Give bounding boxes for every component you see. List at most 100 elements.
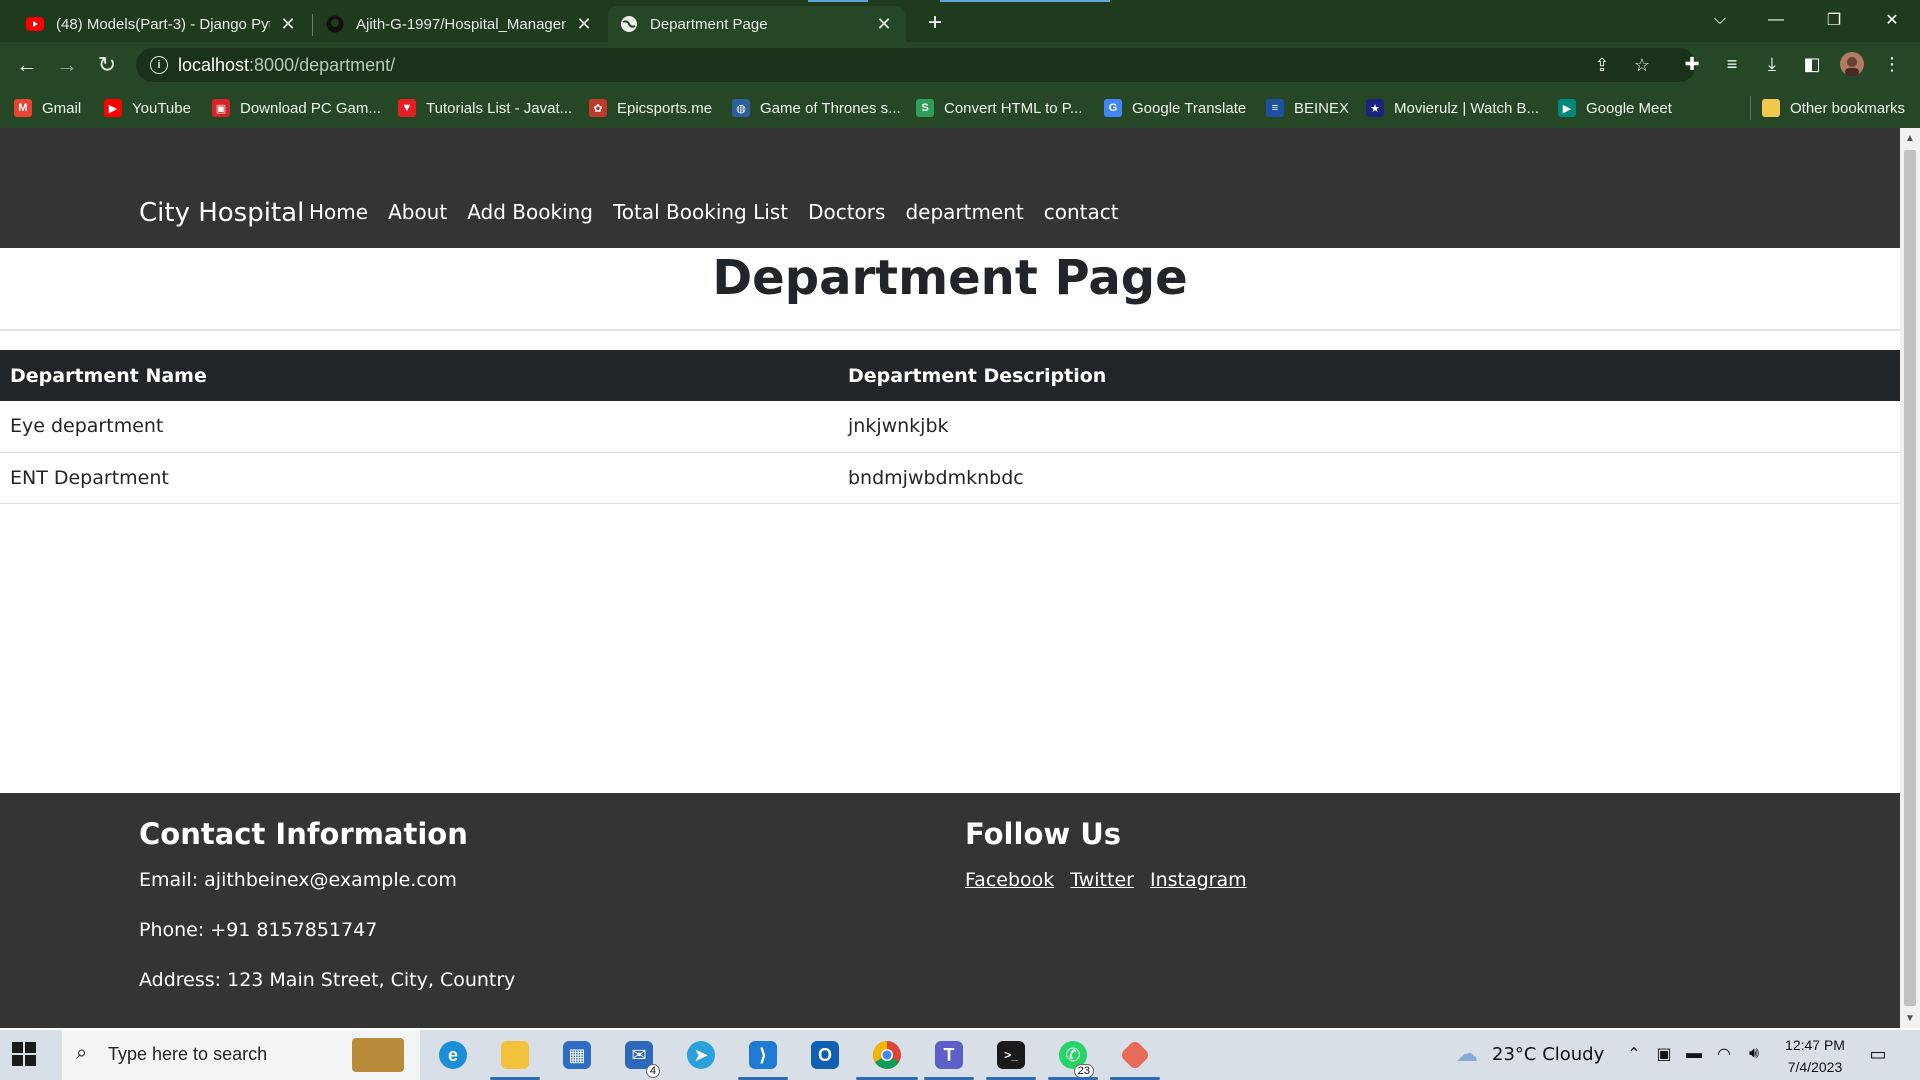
teams-icon[interactable]: T — [930, 1036, 968, 1074]
other-bookmarks-folder[interactable]: Other bookmarks — [1762, 96, 1905, 120]
media-playlist-icon[interactable]: ≡ — [1718, 50, 1746, 78]
bookmark-label: Convert HTML to P... — [944, 99, 1083, 117]
bookmark-item[interactable]: ◍ Game of Thrones s... — [732, 96, 901, 120]
bookmark-item[interactable]: ▶ YouTube — [104, 96, 191, 120]
notifications-icon[interactable]: ▭ — [1868, 1044, 1888, 1064]
url-text[interactable]: localhost:8000/department/ — [178, 55, 395, 76]
page-scrollbar[interactable]: ▲ ▼ — [1900, 128, 1920, 1028]
file-explorer-icon[interactable] — [496, 1036, 534, 1074]
table-row: Eye department jnkjwnkjbk — [0, 401, 1900, 453]
restore-button[interactable]: ❐ — [1806, 0, 1862, 40]
bookmark-label: Google Translate — [1132, 99, 1247, 117]
meet-now-icon[interactable]: ▣ — [1654, 1044, 1674, 1064]
site-brand[interactable]: City Hospital — [139, 198, 304, 228]
address-bar[interactable]: i localhost:8000/department/ ⇪ ☆ — [136, 48, 1696, 82]
divider — [0, 329, 1900, 331]
browser-tab-strip: (48) Models(Part-3) - Django Pyth ✕ Ajit… — [0, 0, 1920, 42]
minimize-button[interactable]: — — [1748, 0, 1804, 40]
forward-arrow-icon[interactable]: → — [52, 50, 82, 80]
facebook-link[interactable]: Facebook — [965, 869, 1054, 891]
site-navbar: City Hospital Home About Add Booking Total … — [0, 128, 1900, 248]
youtube-icon — [26, 15, 44, 33]
battery-icon[interactable]: ▬ — [1684, 1044, 1704, 1064]
reload-icon[interactable]: ↻ — [92, 50, 122, 80]
tab-department-page[interactable]: Department Page ✕ — [608, 6, 906, 42]
close-tab-icon[interactable]: ✕ — [874, 14, 894, 34]
tab-title: (48) Models(Part-3) - Django Pyth — [56, 15, 270, 33]
bookmark-star-icon[interactable]: ☆ — [1630, 53, 1654, 77]
close-window-button[interactable]: ✕ — [1864, 0, 1920, 40]
new-tab-button[interactable]: + — [920, 8, 950, 38]
outlook-icon[interactable]: O — [806, 1036, 844, 1074]
taskbar-search-box[interactable]: ⌕ Type here to search — [62, 1030, 420, 1080]
close-tab-icon[interactable]: ✕ — [574, 14, 594, 34]
instagram-link[interactable]: Instagram — [1150, 869, 1247, 891]
tab-github[interactable]: Ajith-G-1997/Hospital_Managem ✕ — [314, 6, 606, 42]
telegram-icon[interactable]: ➤ — [682, 1036, 720, 1074]
mail-icon[interactable]: ✉ 4 — [620, 1036, 660, 1078]
nav-link-add-booking[interactable]: Add Booking — [467, 200, 593, 224]
share-icon[interactable]: ⇪ — [1590, 53, 1614, 77]
url-host: localhost — [178, 55, 250, 75]
bookmark-item[interactable]: ▼ Tutorials List - Javat... — [398, 96, 572, 120]
back-arrow-icon[interactable]: ← — [12, 50, 42, 80]
side-panel-icon[interactable]: ◧ — [1798, 50, 1826, 78]
site-info-icon[interactable]: i — [150, 56, 168, 74]
microsoft-store-icon[interactable]: ▦ — [558, 1036, 596, 1074]
column-header-description: Department Description — [838, 350, 1900, 401]
whatsapp-badge: 23 — [1073, 1064, 1094, 1078]
bookmark-item[interactable]: ≡ BEINEX — [1266, 96, 1349, 120]
nav-link-contact[interactable]: contact — [1044, 200, 1119, 224]
weather-text[interactable]: 23°C Cloudy — [1492, 1044, 1604, 1065]
bookmark-item[interactable]: G Google Translate — [1104, 96, 1246, 120]
bookmark-item[interactable]: M Gmail — [14, 96, 81, 120]
whatsapp-icon[interactable]: ✆ 23 — [1054, 1036, 1094, 1078]
close-tab-icon[interactable]: ✕ — [278, 14, 298, 34]
bookmark-item[interactable]: ▶ Google Meet — [1558, 96, 1672, 120]
nav-link-department[interactable]: department — [905, 200, 1023, 224]
search-placeholder: Type here to search — [108, 1044, 268, 1064]
cloudy-weather-icon[interactable]: ☁ — [1452, 1041, 1482, 1066]
bookmark-item[interactable]: ✿ Epicsports.me — [589, 96, 712, 120]
bookmark-favicon-icon: ◍ — [732, 99, 750, 117]
scroll-down-arrow-icon[interactable]: ▼ — [1904, 1012, 1916, 1024]
scrollbar-thumb[interactable] — [1904, 150, 1916, 1006]
clock-date: 7/4/2023 — [1787, 1059, 1843, 1075]
windows-start-icon[interactable] — [12, 1042, 36, 1066]
nav-link-home[interactable]: Home — [309, 200, 368, 224]
other-bookmarks-label: Other bookmarks — [1790, 99, 1906, 117]
volume-icon[interactable]: 🔊︎ — [1744, 1044, 1764, 1064]
nav-link-doctors[interactable]: Doctors — [808, 200, 885, 224]
bookmark-item[interactable]: ▣ Download PC Gam... — [212, 96, 381, 120]
tab-search-chevron-icon[interactable]: ⌵ — [1692, 0, 1748, 40]
git-kraken-icon[interactable] — [1116, 1036, 1154, 1074]
column-header-name: Department Name — [0, 350, 838, 401]
vscode-icon[interactable]: ⟩ — [744, 1036, 782, 1074]
chevron-up-icon[interactable]: ⌃ — [1624, 1044, 1644, 1064]
chrome-menu-icon[interactable]: ⋮ — [1878, 50, 1906, 78]
department-description-cell: bndmjwbdmknbdc — [838, 452, 1900, 504]
scroll-up-arrow-icon[interactable]: ▲ — [1904, 132, 1916, 144]
edge-icon[interactable]: e — [434, 1036, 472, 1074]
system-clock[interactable]: 12:47 PM 7/4/2023 — [1770, 1034, 1860, 1078]
nav-link-about[interactable]: About — [388, 200, 447, 224]
bookmark-label: Game of Thrones s... — [760, 99, 901, 117]
profile-avatar[interactable] — [1838, 50, 1866, 78]
table-row: ENT Department bndmjwbdmknbdc — [0, 452, 1900, 504]
tab-youtube[interactable]: (48) Models(Part-3) - Django Pyth ✕ — [14, 6, 310, 42]
extensions-puzzle-icon[interactable]: ✚ — [1678, 50, 1706, 78]
wifi-icon[interactable]: ◠ — [1714, 1044, 1734, 1064]
bookmark-item[interactable]: S Convert HTML to P... — [916, 96, 1082, 120]
download-icon[interactable]: ⤓ — [1758, 50, 1786, 78]
chrome-icon[interactable] — [868, 1036, 906, 1074]
bookmark-item[interactable]: ★ Movierulz | Watch B... — [1366, 96, 1539, 120]
nav-link-total-booking-list[interactable]: Total Booking List — [613, 200, 788, 224]
twitter-link[interactable]: Twitter — [1070, 869, 1134, 891]
bookmark-label: BEINEX — [1294, 99, 1350, 117]
bookmark-favicon-icon: ≡ — [1266, 99, 1284, 117]
bookmark-label: Google Meet — [1586, 99, 1672, 117]
table-header-row: Department Name Department Description — [0, 350, 1900, 401]
terminal-icon[interactable]: >_ — [992, 1036, 1030, 1074]
bookmark-label: Download PC Gam... — [240, 99, 381, 117]
mail-badge: 4 — [645, 1064, 660, 1078]
